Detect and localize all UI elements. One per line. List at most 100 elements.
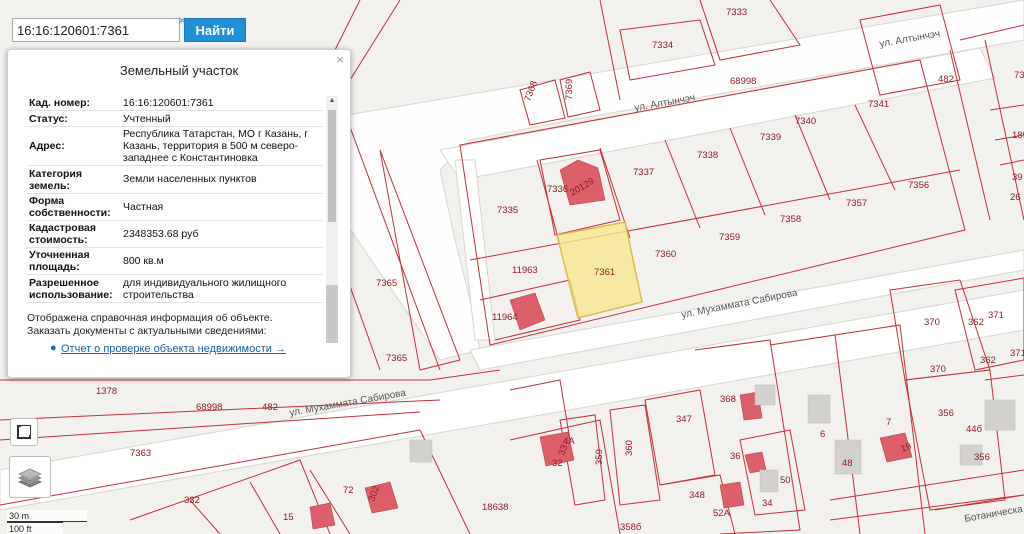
- plot-label: 7: [886, 417, 891, 428]
- plot-label: 7334: [652, 40, 673, 51]
- scroll-thumb[interactable]: [328, 110, 336, 222]
- attr-key: Адрес:: [27, 126, 119, 166]
- scroll-up-icon[interactable]: ▲: [326, 96, 338, 106]
- attr-value: для индивидуального жилищного строительс…: [119, 274, 323, 303]
- attr-key: Форма собственности:: [27, 193, 119, 221]
- plot-label: 6: [820, 429, 825, 440]
- table-row: Разрешенное использование: для индивидуал…: [27, 274, 323, 303]
- plot-label: 370: [924, 317, 940, 328]
- table-row: Статус: Учтенный: [27, 110, 323, 127]
- plot-label: 348: [689, 490, 705, 501]
- plot-label: 371: [1010, 348, 1024, 359]
- search-input[interactable]: [12, 18, 180, 42]
- plot-label: 7359: [719, 232, 740, 243]
- plot-label: 50: [780, 475, 791, 486]
- plot-label: 482: [262, 402, 278, 413]
- layers-button[interactable]: [9, 456, 51, 498]
- attr-key: Категория земель:: [27, 165, 119, 194]
- plot-label: 68998: [730, 76, 756, 87]
- plot-label: 1896: [1012, 130, 1024, 141]
- table-row: Кад. номер: 16:16:120601:7361: [27, 94, 323, 111]
- plot-label: 7339: [760, 132, 781, 143]
- plot-label: 7342: [1014, 70, 1024, 81]
- search-button[interactable]: Найти: [184, 18, 246, 42]
- plot-label: 7356: [908, 180, 929, 191]
- attr-key: Уточненная площадь:: [27, 247, 119, 275]
- plot-label: 7360: [655, 249, 676, 260]
- attr-value: Частная: [119, 193, 323, 221]
- close-icon[interactable]: ✕: [178, 16, 186, 27]
- plot-label: 7333: [726, 7, 747, 18]
- plot-label: 68998: [196, 402, 222, 413]
- attr-value: 2348353.68 руб: [119, 220, 323, 248]
- plot-label: 44б: [966, 424, 983, 435]
- plot-label: 52А: [713, 508, 731, 519]
- plot-label: 11964: [492, 312, 518, 323]
- plot-label: 15: [283, 512, 294, 523]
- plot-label: 7335: [497, 205, 518, 216]
- attr-key: Кадастровая стоимость:: [27, 220, 119, 248]
- parcel-info-popup: × Земельный участок Кад. номер: 16:16:120…: [7, 49, 351, 378]
- plot-label: 7336: [547, 184, 568, 195]
- report-link[interactable]: Отчет о проверке объекта недвижимости →: [61, 343, 286, 355]
- plot-label: 34: [762, 498, 773, 509]
- plot-label: 48: [842, 458, 853, 469]
- plot-label: 332: [184, 495, 200, 506]
- attr-key: Разрешенное использование:: [27, 274, 119, 303]
- plot-label: 7358: [780, 214, 801, 225]
- plot-label: 32: [552, 458, 563, 469]
- table-row: Форма собственности: Частная: [27, 193, 323, 221]
- attr-value: Республика Татарстан, МО г Казань, г Каз…: [119, 126, 323, 166]
- plot-label: 7357: [846, 198, 867, 209]
- scale-bar: 30 m 100 ft: [7, 510, 87, 534]
- info-note: Отображена справочная информация об объе…: [27, 312, 273, 324]
- plot-label: 362: [980, 355, 996, 366]
- scale-imperial: 100 ft: [7, 522, 63, 534]
- attr-value: 800 кв.м: [119, 247, 323, 275]
- measure-button[interactable]: [10, 418, 38, 446]
- plot-label: 7365: [376, 278, 397, 289]
- plot-label: 371: [988, 310, 1004, 321]
- scale-metric: 30 m: [7, 510, 87, 522]
- attr-value: Земли населенных пунктов: [119, 165, 323, 194]
- plot-label: 356: [974, 452, 990, 463]
- plot-label: 18638: [482, 502, 508, 513]
- plot-label: 362: [968, 317, 984, 328]
- plot-label: 370: [930, 364, 946, 375]
- plot-label: 7361: [594, 267, 615, 278]
- frame-icon: [17, 425, 31, 439]
- table-row: Категория земель: Земли населенных пункто…: [27, 165, 323, 194]
- plot-label: 347: [676, 414, 692, 425]
- search-bar: ✕ Найти: [12, 16, 246, 42]
- plot-label: 360: [624, 440, 635, 456]
- popup-title: Земельный участок: [119, 63, 239, 78]
- street-label-botanicheskaya: Ботаническа: [964, 504, 1024, 525]
- table-row: Адрес: Республика Татарстан, МО г Казань,…: [27, 126, 323, 166]
- table-row: Уточненная площадь: 800 кв.м: [27, 247, 323, 275]
- plot-label: 368: [720, 394, 736, 405]
- outer-scroll-thumb[interactable]: [326, 285, 338, 343]
- layers-icon: [18, 468, 42, 488]
- plot-label: 4А: [563, 436, 575, 447]
- attr-key: Кад. номер:: [27, 94, 119, 111]
- plot-label: 26: [1010, 192, 1021, 203]
- plot-label: 7369: [564, 79, 575, 100]
- plot-label: 7363: [130, 448, 151, 459]
- plot-label: 39: [1012, 172, 1023, 183]
- plot-label: 7338: [697, 150, 718, 161]
- plot-label: 7365: [386, 353, 407, 364]
- order-note: Заказать документы с актуальными сведени…: [27, 325, 267, 337]
- plot-label: 7341: [868, 99, 889, 110]
- plot-label: 7337: [633, 167, 654, 178]
- plot-label: 11963: [512, 265, 538, 276]
- plot-label: 356: [938, 408, 954, 419]
- plot-label: 482: [938, 74, 954, 85]
- bullet-icon: ●: [50, 342, 57, 354]
- plot-label: 7340: [795, 116, 816, 127]
- table-row: Кадастровая стоимость: 2348353.68 руб: [27, 220, 323, 248]
- attribute-table: Кад. номер: 16:16:120601:7361 Статус: Учте…: [27, 94, 323, 303]
- attr-value: 16:16:120601:7361: [119, 94, 323, 111]
- attr-value: Учтенный: [119, 110, 323, 127]
- attr-key: Статус:: [27, 110, 119, 127]
- plot-label: 1378: [96, 386, 117, 397]
